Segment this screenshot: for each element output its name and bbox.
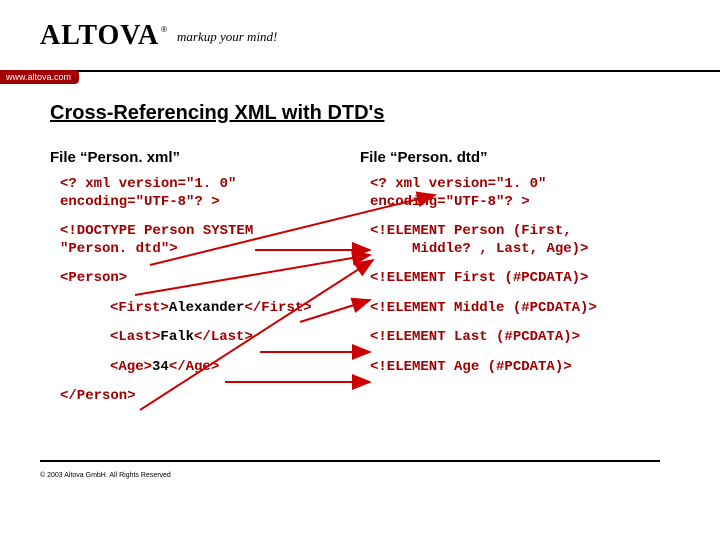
- code-text: encoding="UTF-8"? >: [370, 194, 530, 210]
- xml-file-label: File “Person. xml”: [50, 149, 360, 166]
- doctype-decl: <!DOCTYPE Person SYSTEM "Person. dtd">: [50, 223, 360, 258]
- xml-column: File “Person. xml” <? xml version="1. 0"…: [50, 149, 360, 418]
- dtd-file-label: File “Person. dtd”: [360, 149, 670, 166]
- code-value: 34: [152, 359, 169, 375]
- person-close-tag: </Person>: [50, 388, 360, 406]
- last-element: <Last>Falk</Last>: [50, 329, 360, 347]
- brand-logo: ALTOVA ® markup your mind!: [40, 20, 277, 52]
- code-text: <First>: [110, 300, 169, 316]
- element-person-decl: <!ELEMENT Person (First, Middle? , Last,…: [360, 223, 670, 258]
- element-age-decl: <!ELEMENT Age (#PCDATA)>: [360, 359, 670, 377]
- dtd-column: File “Person. dtd” <? xml version="1. 0"…: [360, 149, 670, 418]
- slide-header: ALTOVA ® markup your mind!: [0, 0, 720, 72]
- code-text: <Last>: [110, 329, 160, 345]
- code-text: <Age>: [110, 359, 152, 375]
- registered-mark: ®: [161, 25, 167, 34]
- code-text: <!ELEMENT Person (First,: [370, 223, 572, 239]
- code-text: <!ELEMENT Age (#PCDATA)>: [370, 359, 572, 375]
- code-text: </Age>: [169, 359, 219, 375]
- slide-body: Cross-Referencing XML with DTD's File “P…: [0, 72, 720, 418]
- first-element: <First>Alexander</First>: [50, 300, 360, 318]
- code-text: encoding="UTF-8"? >: [60, 194, 220, 210]
- xml-prolog: <? xml version="1. 0" encoding="UTF-8"? …: [50, 176, 360, 211]
- code-text: <!ELEMENT Middle (#PCDATA)>: [370, 300, 597, 316]
- brand-name: ALTOVA: [40, 20, 159, 52]
- person-open-tag: <Person>: [50, 270, 360, 288]
- footer-divider: [40, 460, 660, 462]
- brand-tagline: markup your mind!: [177, 29, 277, 45]
- code-text: <Person>: [60, 270, 127, 286]
- code-text: <!ELEMENT Last (#PCDATA)>: [370, 329, 580, 345]
- dtd-prolog: <? xml version="1. 0" encoding="UTF-8"? …: [360, 176, 670, 211]
- code-text: "Person. dtd">: [60, 241, 178, 257]
- age-element: <Age>34</Age>: [50, 359, 360, 377]
- copyright: © 2003 Altova GmbH. All Rights Reserved: [40, 472, 171, 479]
- code-text: </Last>: [194, 329, 253, 345]
- element-first-decl: <!ELEMENT First (#PCDATA)>: [360, 270, 670, 288]
- code-text: </First>: [244, 300, 311, 316]
- code-text: <? xml version="1. 0": [370, 176, 546, 192]
- two-column-layout: File “Person. xml” <? xml version="1. 0"…: [50, 149, 670, 418]
- element-middle-decl: <!ELEMENT Middle (#PCDATA)>: [360, 300, 670, 318]
- element-last-decl: <!ELEMENT Last (#PCDATA)>: [360, 329, 670, 347]
- code-text: <!ELEMENT First (#PCDATA)>: [370, 270, 588, 286]
- code-text: </Person>: [60, 388, 136, 404]
- code-value: Falk: [160, 329, 194, 345]
- code-text: <!DOCTYPE Person SYSTEM: [60, 223, 253, 239]
- code-text: Middle? , Last, Age)>: [412, 241, 588, 257]
- slide-title: Cross-Referencing XML with DTD's: [50, 102, 670, 125]
- code-value: Alexander: [169, 300, 245, 316]
- code-text: <? xml version="1. 0": [60, 176, 236, 192]
